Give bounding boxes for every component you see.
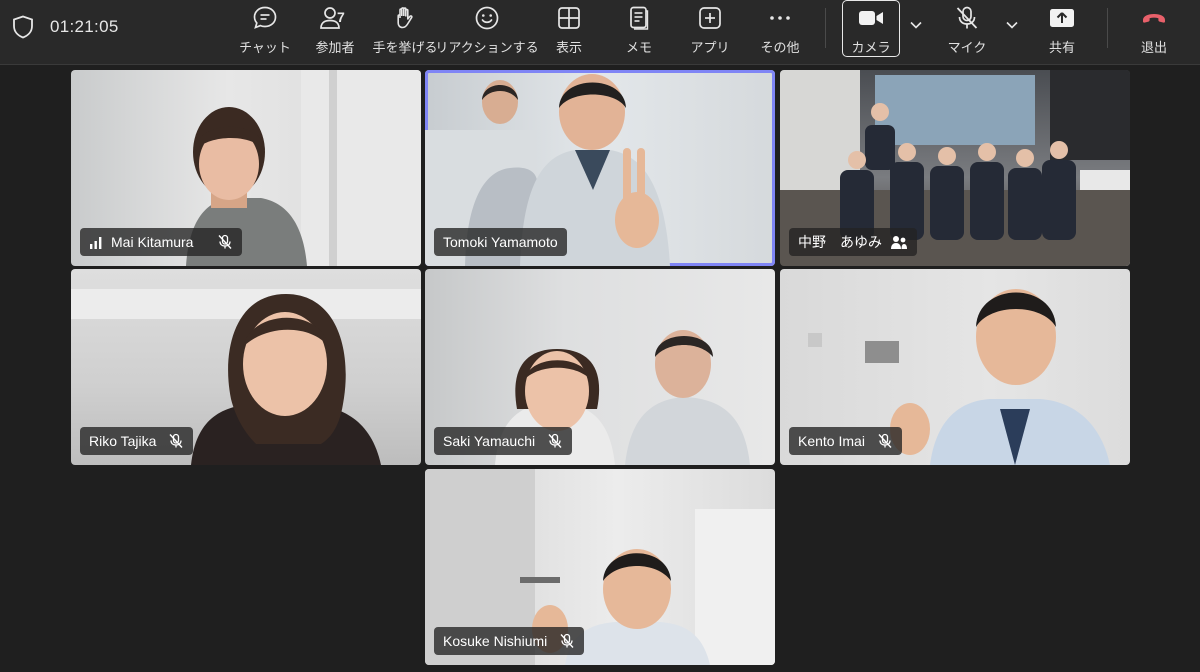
room-people-icon xyxy=(891,236,907,249)
meeting-timer: 01:21:05 xyxy=(50,17,119,36)
participant-name-tag: Saki Yamauchi xyxy=(434,427,573,455)
participant-name: Kosuke Nishiumi xyxy=(443,633,548,649)
mic-off-icon xyxy=(548,433,562,448)
signal-bars-icon xyxy=(90,236,102,249)
chat-icon xyxy=(253,6,277,29)
more-label: その他 xyxy=(760,40,800,55)
participant-name: Mai Kitamura xyxy=(111,234,194,250)
share-button[interactable]: 共有 xyxy=(1040,0,1084,62)
grid-view-icon xyxy=(558,7,580,29)
hand-icon xyxy=(397,7,413,29)
participant-count: 7 xyxy=(337,9,345,25)
camera-options-chevron-down-icon[interactable] xyxy=(909,18,923,32)
raise-hand-button[interactable]: 手を挙げる xyxy=(372,0,438,62)
video-tile[interactable]: Kosuke Nishiumi xyxy=(425,469,775,665)
share-screen-icon xyxy=(1050,9,1074,27)
participant-name-tag: Kosuke Nishiumi xyxy=(434,627,585,655)
leave-label: 退出 xyxy=(1140,40,1167,55)
people-label: 参加者 xyxy=(315,40,355,55)
participant-name: Riko Tajika xyxy=(89,433,157,449)
participant-name-tag: Mai Kitamura xyxy=(80,228,243,256)
chat-label: チャット xyxy=(239,40,291,55)
mic-off-icon xyxy=(956,6,978,29)
video-tile[interactable]: 中野 あゆみ xyxy=(780,70,1130,266)
more-button[interactable]: その他 xyxy=(756,0,804,62)
participant-name-tag: Kento Imai xyxy=(789,427,902,455)
mic-label: マイク xyxy=(947,40,987,55)
chat-button[interactable]: チャット xyxy=(239,0,291,62)
view-label: 表示 xyxy=(555,40,582,55)
camera-button[interactable]: カメラ xyxy=(842,0,900,62)
video-tile[interactable]: Mai Kitamura xyxy=(71,70,421,266)
notes-label: メモ xyxy=(625,40,652,55)
mic-off-icon xyxy=(560,633,574,648)
hang-up-icon xyxy=(1143,14,1165,23)
leave-button[interactable]: 退出 xyxy=(1134,0,1174,62)
share-label: 共有 xyxy=(1048,40,1075,55)
mic-off-icon xyxy=(169,433,183,448)
video-tile-active-speaker[interactable]: Tomoki Yamamoto xyxy=(425,70,775,266)
meeting-toolbar: 01:21:05 チャット 7 参加者 手を挙げる リアクションする 表示 メモ… xyxy=(0,0,1200,65)
mic-off-icon xyxy=(878,433,892,448)
view-button[interactable]: 表示 xyxy=(546,0,592,62)
more-dots-icon xyxy=(770,16,790,20)
participant-name-tag: 中野 あゆみ xyxy=(789,228,917,256)
toolbar-divider xyxy=(1107,8,1108,48)
apps-label: アプリ xyxy=(690,40,730,55)
video-tile[interactable]: Riko Tajika xyxy=(71,269,421,465)
raise-hand-label: 手を挙げる xyxy=(372,40,438,55)
mic-off-icon xyxy=(218,234,232,249)
camera-label: カメラ xyxy=(851,40,891,55)
people-button[interactable]: 7 参加者 xyxy=(310,0,360,62)
participant-name: Tomoki Yamamoto xyxy=(443,234,558,250)
participant-name: Kento Imai xyxy=(798,433,865,449)
participant-name-tag: Tomoki Yamamoto xyxy=(434,228,567,256)
mic-options-chevron-down-icon[interactable] xyxy=(1005,18,1019,32)
reactions-button[interactable]: リアクションする xyxy=(435,0,539,62)
participant-name: Saki Yamauchi xyxy=(443,433,536,449)
video-tile[interactable]: Kento Imai xyxy=(780,269,1130,465)
notes-icon xyxy=(630,6,649,30)
add-app-icon xyxy=(699,7,721,29)
smiley-icon xyxy=(475,6,499,30)
participant-name: 中野 あゆみ xyxy=(798,234,882,250)
toolbar-divider xyxy=(825,8,826,48)
reactions-label: リアクションする xyxy=(435,40,539,55)
notes-button[interactable]: メモ xyxy=(618,0,660,62)
video-camera-icon xyxy=(859,11,883,25)
apps-button[interactable]: アプリ xyxy=(688,0,732,62)
shield-icon[interactable] xyxy=(12,15,34,39)
participant-name-tag: Riko Tajika xyxy=(80,427,194,455)
video-tile[interactable]: Saki Yamauchi xyxy=(425,269,775,465)
mic-button[interactable]: マイク xyxy=(944,0,990,62)
